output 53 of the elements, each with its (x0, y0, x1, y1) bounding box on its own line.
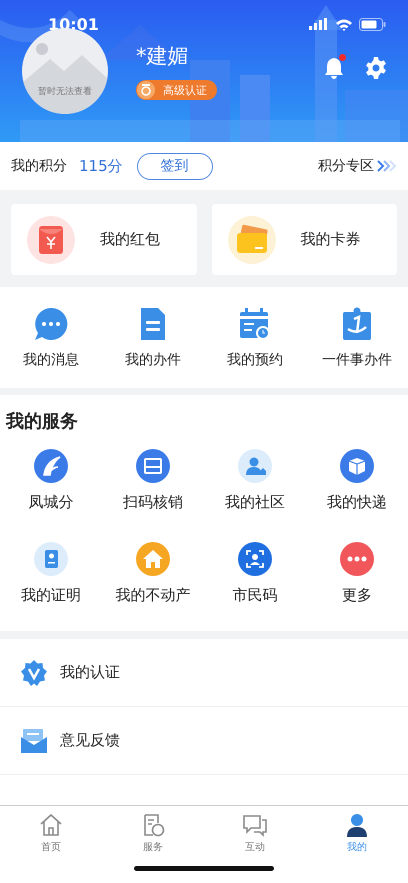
box-icon (340, 449, 374, 483)
money-envelope-icon (26, 214, 76, 264)
check-in-button[interactable]: 签到 (136, 152, 213, 180)
points-label: 我的积分 (11, 157, 67, 175)
face-icon (238, 542, 272, 576)
settings-icon (364, 56, 388, 80)
quick-action[interactable]: 我的预约 (227, 306, 283, 368)
battery-icon (359, 18, 386, 30)
user-name: *建媚 (136, 43, 188, 70)
medal-icon (137, 81, 155, 99)
quick-action[interactable]: 一件事办件 (322, 306, 392, 368)
envelope-icon (20, 726, 48, 754)
menu-row[interactable]: 我的认证 (0, 639, 408, 707)
home-icon (38, 812, 64, 838)
wifi-icon (335, 18, 353, 30)
clipboard-icon (340, 306, 374, 340)
section-title: 我的服务 (4, 410, 79, 433)
tab-item[interactable]: 服务 (140, 812, 166, 854)
service-item[interactable]: 扫码核销 (123, 449, 183, 512)
chat-bubble-icon (34, 306, 68, 340)
chevrons-icon (376, 159, 398, 173)
wing-icon (34, 449, 68, 483)
more-icon (340, 542, 374, 576)
service-item[interactable]: 市民码 (232, 542, 278, 605)
house-icon (136, 542, 170, 576)
service-item[interactable]: 更多 (340, 542, 374, 605)
verified-badge-icon (20, 658, 48, 686)
settings-button[interactable] (364, 56, 388, 80)
scan-icon (136, 449, 170, 483)
notification-button[interactable] (322, 56, 346, 80)
menu-row[interactable]: 意见反馈 (0, 707, 408, 775)
person-icon (238, 449, 272, 483)
points-value: 115分 (79, 156, 123, 176)
signal-icon (309, 18, 329, 30)
service-item[interactable]: 凤城分 (28, 449, 74, 512)
service-item[interactable]: 我的快递 (327, 449, 387, 512)
chat-icon (242, 812, 268, 838)
points-zone-link[interactable]: 积分专区 (318, 157, 374, 175)
quick-action[interactable]: 我的消息 (23, 306, 79, 368)
certification-badge: 高级认证 (136, 80, 217, 100)
service-item[interactable]: 我的证明 (21, 542, 81, 605)
service-item[interactable]: 我的不动产 (116, 542, 190, 605)
wallet-card[interactable]: 我的红包 (11, 204, 196, 275)
person-icon (344, 812, 370, 838)
card-icon (226, 214, 276, 264)
tab-item[interactable]: 首页 (38, 812, 64, 854)
mountain-icon (22, 43, 108, 83)
quick-action[interactable]: 我的办件 (125, 306, 181, 368)
service-item[interactable]: 我的社区 (225, 449, 285, 512)
wallet-card[interactable]: 我的卡券 (212, 204, 397, 275)
tab-item[interactable]: 互动 (242, 812, 268, 854)
bell-icon (322, 56, 346, 80)
id-icon (34, 542, 68, 576)
